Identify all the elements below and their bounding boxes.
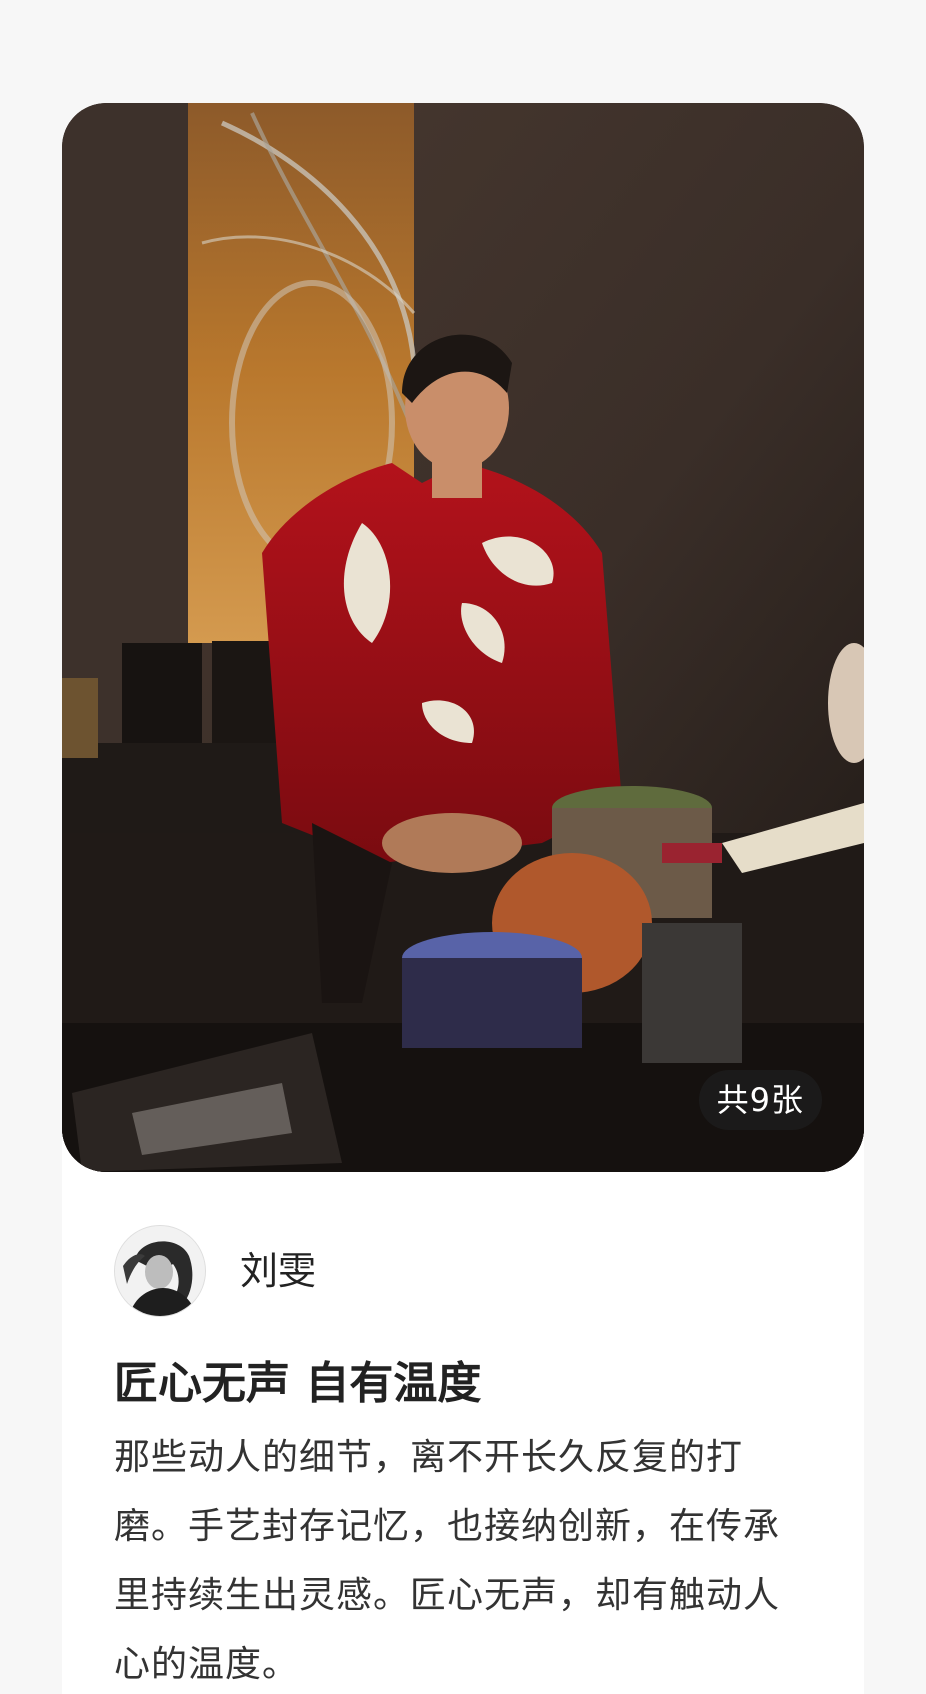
post-detail-page: 共9张 刘雯 匠心无声 自有温度 那些动人的细节，离不开长久反复的打磨。手艺封存… — [0, 0, 926, 1694]
author-name[interactable]: 刘雯 — [240, 1225, 316, 1317]
avatar-portrait-icon — [115, 1226, 205, 1316]
post-photo-illustration — [62, 103, 864, 1172]
author-row[interactable]: 刘雯 — [114, 1225, 316, 1317]
post-body: 那些动人的细节，离不开长久反复的打磨。手艺封存记忆，也接纳创新，在传承里持续生出… — [114, 1437, 781, 1685]
post-photo[interactable]: 共9张 — [62, 103, 864, 1172]
image-count-badge: 共9张 — [698, 1070, 822, 1130]
post-title: 匠心无声 自有温度 — [114, 1358, 482, 1409]
author-avatar[interactable] — [114, 1225, 206, 1317]
post-card: 共9张 刘雯 匠心无声 自有温度 那些动人的细节，离不开长久反复的打磨。手艺封存… — [62, 103, 864, 1694]
